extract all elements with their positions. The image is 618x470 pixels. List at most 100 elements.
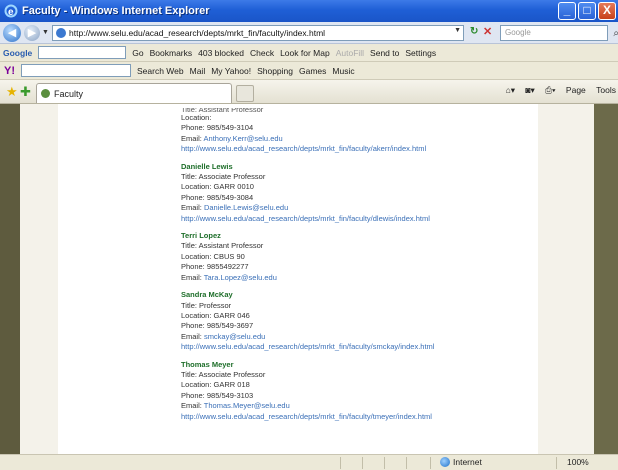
address-dropdown-icon[interactable]: ▼ — [454, 27, 461, 34]
search-input[interactable]: Google ⌕ — [500, 25, 618, 41]
address-row: ◀ ▶ ▼ http://www.selu.edu/acad_research/… — [0, 22, 618, 44]
faculty-location: Location: GARR 018 — [181, 380, 250, 390]
google-bookmarks-button[interactable]: Bookmarks — [150, 48, 193, 58]
google-sendto-button[interactable]: Send to — [370, 48, 399, 58]
faculty-email-label: Email: — [181, 331, 202, 341]
history-dropdown-icon[interactable]: ▼ — [42, 29, 49, 36]
home-icon[interactable]: ⌂▾ — [506, 85, 515, 95]
google-toolbar: Google Go Bookmarks 403 blocked Check Lo… — [0, 44, 618, 62]
feeds-icon[interactable]: ◙▾ — [525, 85, 534, 95]
globe-icon — [440, 457, 450, 467]
status-divider — [556, 457, 557, 469]
yahoo-my-yahoo-button[interactable]: My Yahoo! — [211, 66, 251, 76]
ie-icon: e — [4, 4, 18, 18]
tab-faculty[interactable]: Faculty — [36, 83, 232, 103]
faculty-email-link[interactable]: Danielle.Lewis@selu.edu — [204, 203, 288, 212]
tab-label: Faculty — [54, 88, 84, 99]
add-favorites-icon[interactable]: ✚ — [20, 84, 31, 100]
favorites-star-icon[interactable]: ★ — [6, 84, 18, 100]
svg-text:e: e — [8, 7, 14, 18]
faculty-email-label: Email: — [181, 272, 202, 282]
command-bar: ⌂▾ ◙▾ ⎙▾ Page Tools — [498, 85, 616, 96]
yahoo-search-web-button[interactable]: Search Web — [137, 66, 184, 76]
right-margin — [594, 104, 618, 454]
faculty-page-link[interactable]: http://www.selu.edu/acad_research/depts/… — [181, 214, 511, 224]
tab-row: ★ ✚ Faculty ⌂▾ ◙▾ ⎙▾ Page Tools — [0, 80, 618, 104]
google-logo[interactable]: Google — [3, 48, 32, 58]
tools-menu-button[interactable]: Tools — [596, 85, 616, 95]
page-menu-button[interactable]: Page — [566, 85, 586, 95]
back-button[interactable]: ◀ — [3, 23, 21, 42]
faculty-entry: Sandra McKay Title: Professor Location: … — [181, 290, 511, 352]
yahoo-music-button[interactable]: Music — [332, 66, 354, 76]
search-icon[interactable]: ⌕ — [613, 27, 618, 41]
status-divider — [340, 457, 341, 469]
status-divider — [384, 457, 385, 469]
google-popup-blocker[interactable]: 403 blocked — [198, 48, 244, 58]
faculty-location: Location: — [181, 113, 212, 122]
page-content: Title: Assistant Professor Location: Pho… — [0, 104, 618, 454]
faculty-name: Thomas Meyer — [181, 359, 234, 369]
faculty-email-label: Email: — [181, 203, 202, 213]
left-margin — [0, 104, 20, 454]
stop-icon[interactable]: ✕ — [483, 25, 492, 38]
google-go-button[interactable]: Go — [132, 48, 143, 58]
refresh-icon[interactable]: ↻ — [470, 26, 478, 37]
faculty-location: Location: GARR 0010 — [181, 182, 254, 192]
faculty-page-link[interactable]: http://www.selu.edu/acad_research/depts/… — [181, 144, 511, 154]
close-button[interactable]: X — [598, 2, 616, 20]
faculty-phone: Phone: 9855492277 — [181, 262, 249, 272]
yahoo-logo[interactable]: Y! — [4, 65, 15, 77]
yahoo-toolbar: Y! Search Web Mail My Yahoo! Shopping Ga… — [0, 62, 618, 80]
address-field[interactable]: http://www.selu.edu/acad_research/depts/… — [52, 25, 464, 41]
faculty-name: Sandra McKay — [181, 290, 233, 300]
faculty-phone: Phone: 985/549-3103 — [181, 390, 254, 400]
faculty-list: Title: Assistant Professor Location: Pho… — [181, 108, 511, 429]
yahoo-games-button[interactable]: Games — [299, 66, 326, 76]
maximize-button[interactable]: □ — [578, 2, 596, 20]
faculty-title: Title: Associate Professor — [181, 369, 266, 379]
google-check-button[interactable]: Check — [250, 48, 274, 58]
window-title: Faculty - Windows Internet Explorer — [22, 5, 210, 17]
faculty-email-link[interactable]: smckay@selu.edu — [204, 332, 265, 341]
zoom-level[interactable]: 100% — [567, 457, 589, 467]
faculty-email-label: Email: — [181, 401, 202, 411]
faculty-name: Danielle Lewis — [181, 161, 233, 171]
faculty-name: Terri Lopez — [181, 231, 221, 241]
status-divider — [406, 457, 407, 469]
faculty-email-link[interactable]: Anthony.Kerr@selu.edu — [204, 134, 283, 143]
print-icon[interactable]: ⎙▾ — [545, 85, 555, 95]
title-bar: e Faculty - Windows Internet Explorer _ … — [0, 0, 618, 22]
faculty-location: Location: GARR 046 — [181, 310, 250, 320]
faculty-entry: Danielle Lewis Title: Associate Professo… — [181, 162, 511, 224]
google-map-button[interactable]: Look for Map — [280, 48, 330, 58]
minimize-button[interactable]: _ — [558, 2, 576, 20]
faculty-phone: Phone: 985/549-3697 — [181, 321, 254, 331]
faculty-location: Location: CBUS 90 — [181, 251, 245, 261]
yahoo-search-input[interactable] — [21, 64, 131, 77]
faculty-email-label: Email: — [181, 133, 202, 143]
faculty-entry: Title: Assistant Professor Location: Pho… — [181, 108, 511, 155]
faculty-page-link[interactable]: http://www.selu.edu/acad_research/depts/… — [181, 412, 511, 422]
security-zone[interactable]: Internet — [440, 457, 482, 467]
faculty-title: Title: Assistant Professor — [181, 241, 264, 251]
faculty-email-link[interactable]: Tara.Lopez@selu.edu — [204, 273, 277, 282]
new-tab-button[interactable] — [236, 85, 254, 102]
forward-button[interactable]: ▶ — [24, 24, 40, 41]
zone-label: Internet — [453, 457, 482, 467]
tab-favicon-icon — [41, 89, 50, 98]
faculty-email-link[interactable]: Thomas.Meyer@selu.edu — [204, 401, 290, 410]
status-divider — [362, 457, 363, 469]
google-settings-button[interactable]: Settings — [405, 48, 436, 58]
yahoo-mail-button[interactable]: Mail — [190, 66, 206, 76]
yahoo-shopping-button[interactable]: Shopping — [257, 66, 293, 76]
faculty-phone: Phone: 985/549-3104 — [181, 123, 254, 133]
url-text: http://www.selu.edu/acad_research/depts/… — [69, 28, 326, 38]
faculty-title: Title: Associate Professor — [181, 172, 266, 182]
faculty-page-link[interactable]: http://www.selu.edu/acad_research/depts/… — [181, 342, 511, 352]
faculty-title: Title: Professor — [181, 300, 232, 310]
google-search-input[interactable] — [38, 46, 127, 59]
faculty-phone: Phone: 985/549-3084 — [181, 192, 254, 202]
faculty-entry: Terri Lopez Title: Assistant Professor L… — [181, 231, 511, 283]
google-autofill-button[interactable]: AutoFill — [336, 48, 364, 58]
